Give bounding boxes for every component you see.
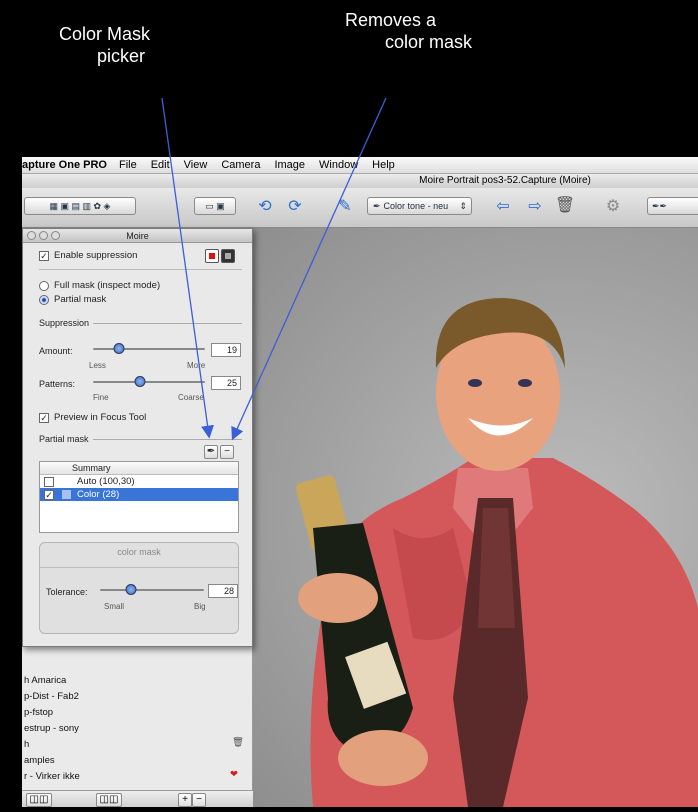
arrow-to-remove xyxy=(231,97,387,441)
annotation-arrows xyxy=(161,97,387,441)
arrow-to-picker xyxy=(161,97,215,439)
